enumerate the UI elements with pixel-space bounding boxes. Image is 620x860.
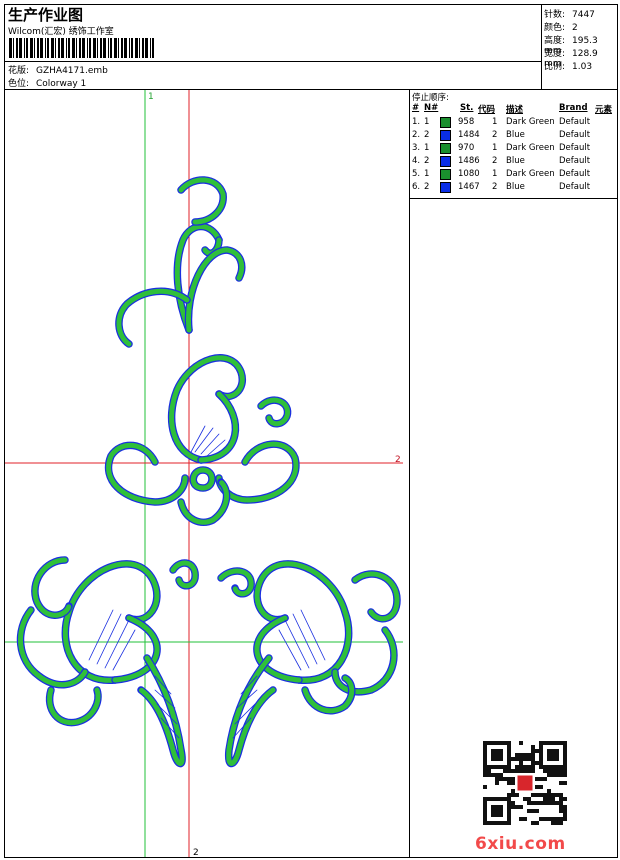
table-row: 4. 2 1486 2 Blue Default [412,156,591,167]
center-paisley [104,354,300,526]
left-paisley [16,556,186,768]
colorway-label: 色位: [8,79,30,89]
stats-box: 针数: 7447 颜色: 2 高度: 195.3 mm 宽度: 128.9 mm 比例:… [542,5,617,89]
top-flourish [115,176,246,348]
thread-swatch [440,182,451,193]
thread-swatch [440,117,451,128]
thread-swatch [440,169,451,180]
table-row: 6. 2 1467 2 Blue Default [412,182,591,193]
colorway-row: 色位: Colorway 1 [8,76,86,89]
watermark: 6xiu.com [475,834,566,854]
table-row: 1. 1 958 1 Dark Green Default [412,117,591,128]
header: 生产作业图 Wilcom(汇宏) 绣饰工作室 花版: GZHA4171.emb 色… [5,5,617,90]
page-title: 生产作业图 [8,6,84,24]
header-info: 生产作业图 Wilcom(汇宏) 绣饰工作室 花版: GZHA4171.emb 色… [5,5,542,89]
table-row: 5. 1 1080 1 Dark Green Default [412,169,591,180]
table-row: 2. 2 1484 2 Blue Default [412,130,591,141]
right-paisley [217,560,401,768]
guide-label-bottom: 2 [193,848,199,857]
embroidery-design: 1 2 2 [5,90,403,857]
stop-sequence-panel: 停止顺序: # N# St. 代码 描述 Brand 元素 1. 1 958 1 Dar… [410,90,617,199]
stat-stitches: 针数: 7447 [544,10,595,20]
design-file-row: 花版: GZHA4171.emb [8,63,108,76]
guide-label-top: 1 [148,92,154,102]
design-label: 花版: [8,66,30,76]
barcode-icon [9,38,154,58]
design-file: GZHA4171.emb [36,66,108,76]
table-row: 3. 1 970 1 Dark Green Default [412,143,591,154]
colorway-value: Colorway 1 [36,79,87,89]
thread-swatch [440,156,451,167]
guide-label-right: 2 [395,455,401,465]
paisley-motif [16,176,401,768]
design-preview: 1 2 2 [5,90,410,857]
small-scrolls [169,559,199,590]
stat-scale: 比例: 1.03 [544,62,593,72]
stat-colors: 颜色: 2 [544,23,578,33]
thread-swatch [440,143,451,154]
thread-swatch [440,130,451,141]
qr-code-icon [483,741,567,825]
production-sheet: 生产作业图 Wilcom(汇宏) 绣饰工作室 花版: GZHA4171.emb 色… [4,4,618,858]
studio-name: Wilcom(汇宏) 绣饰工作室 [8,27,114,37]
stop-sequence-header: # N# St. 代码 描述 Brand 元素 [412,103,613,115]
stop-sequence-title: 停止顺序: [412,93,449,103]
